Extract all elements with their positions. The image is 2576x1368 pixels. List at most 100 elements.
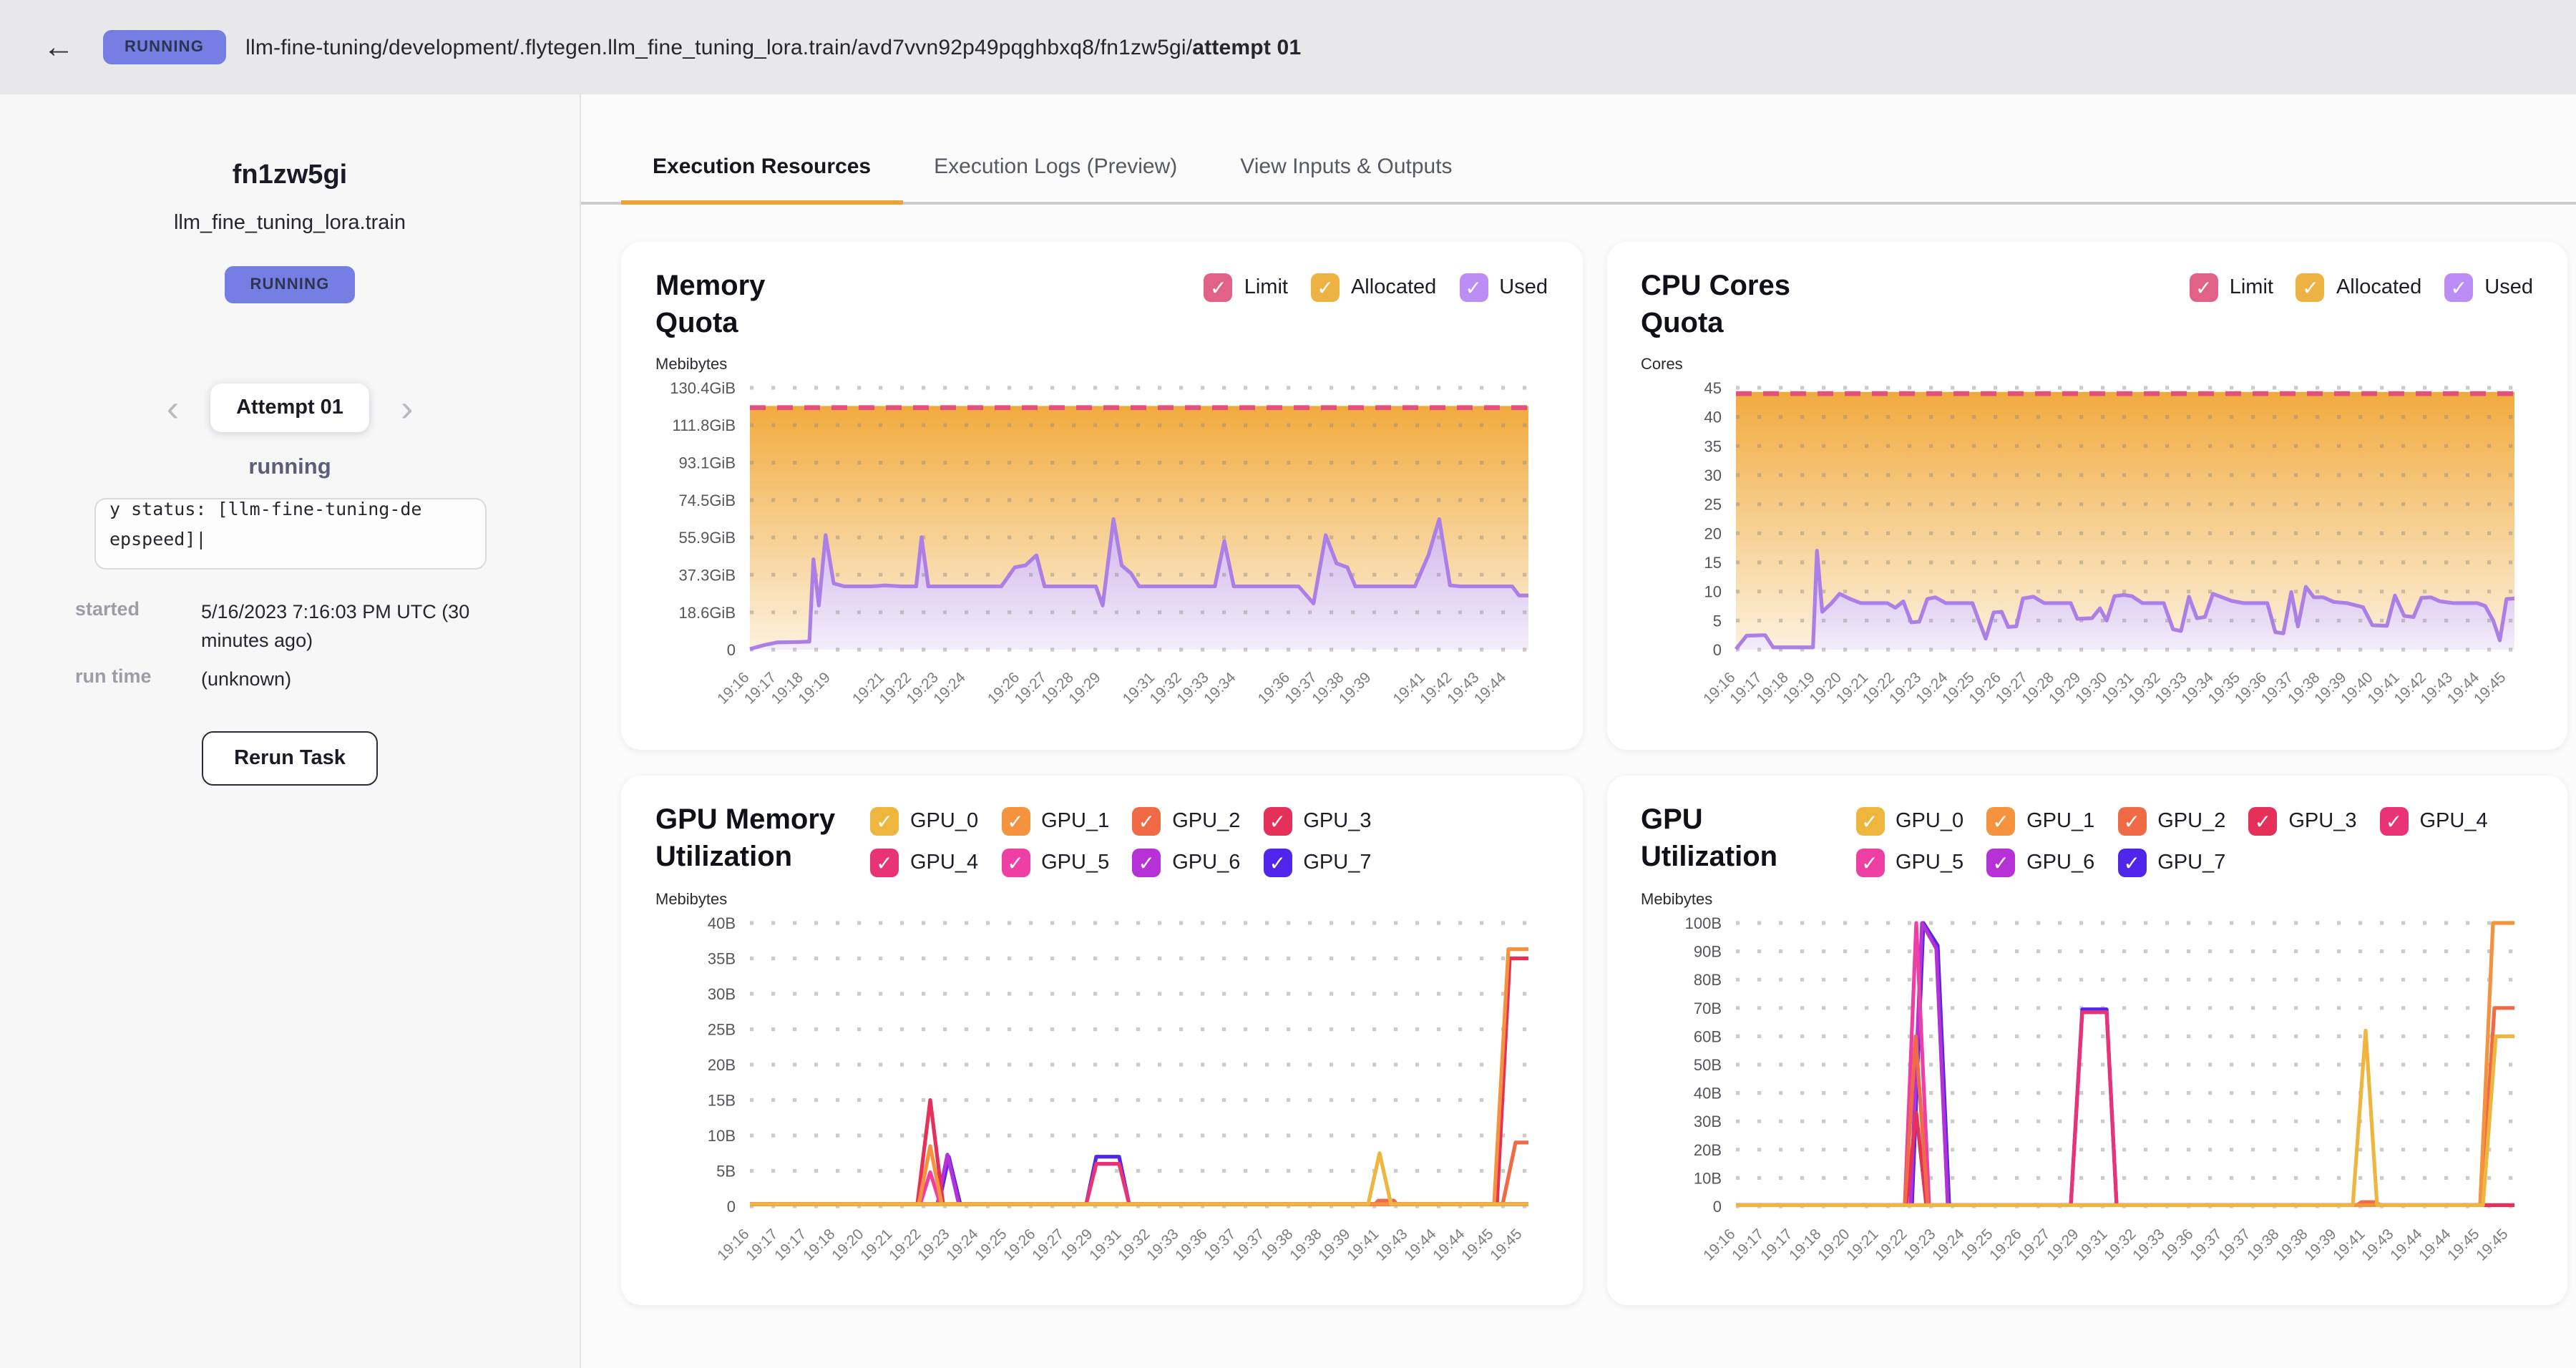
status-badge: RUNNING bbox=[103, 30, 225, 64]
svg-text:19:26: 19:26 bbox=[1000, 1226, 1038, 1264]
svg-text:19:16: 19:16 bbox=[714, 1226, 752, 1264]
legend-GPU_1[interactable]: ✓GPU_1 bbox=[1001, 807, 1109, 836]
svg-text:19:29: 19:29 bbox=[1058, 1226, 1096, 1264]
checkbox-checked-icon[interactable]: ✓ bbox=[2190, 273, 2218, 302]
checkbox-checked-icon[interactable]: ✓ bbox=[1204, 273, 1233, 302]
checkbox-checked-icon[interactable]: ✓ bbox=[1132, 807, 1161, 836]
legend-label: GPU_3 bbox=[2288, 810, 2356, 833]
legend-GPU_1[interactable]: ✓GPU_1 bbox=[1986, 807, 2094, 836]
svg-text:19:22: 19:22 bbox=[1871, 1226, 1909, 1264]
checkbox-checked-icon[interactable]: ✓ bbox=[1311, 273, 1340, 302]
chart-title: CPU CoresQuota bbox=[1641, 268, 1855, 342]
svg-text:19:20: 19:20 bbox=[1814, 1226, 1852, 1264]
legend-GPU_4[interactable]: ✓GPU_4 bbox=[2380, 807, 2488, 836]
checkbox-checked-icon[interactable]: ✓ bbox=[2117, 807, 2146, 836]
svg-text:19:41: 19:41 bbox=[1344, 1226, 1382, 1264]
svg-text:19:25: 19:25 bbox=[972, 1226, 1010, 1264]
checkbox-checked-icon[interactable]: ✓ bbox=[2296, 273, 2325, 302]
rerun-task-button[interactable]: Rerun Task bbox=[201, 731, 379, 785]
svg-text:111.8GiB: 111.8GiB bbox=[673, 416, 736, 434]
legend-Allocated[interactable]: ✓ Allocated bbox=[2296, 273, 2421, 302]
legend-label: GPU_5 bbox=[1041, 851, 1109, 874]
legend-GPU_5[interactable]: ✓ GPU_5 bbox=[1001, 849, 1109, 877]
svg-text:25: 25 bbox=[1704, 496, 1721, 514]
log-preview-text: y status: [llm-fine-tuning-de epspeed]| bbox=[109, 498, 470, 554]
legend-GPU_4[interactable]: ✓GPU_4 bbox=[870, 849, 978, 877]
checkbox-checked-icon[interactable]: ✓ bbox=[1855, 849, 1884, 877]
series-GPU_1 bbox=[750, 949, 1528, 1204]
checkbox-checked-icon[interactable]: ✓ bbox=[1459, 273, 1488, 302]
svg-text:19:44: 19:44 bbox=[2386, 1226, 2425, 1264]
svg-text:19:32: 19:32 bbox=[1115, 1226, 1153, 1264]
series-GPU_0 bbox=[750, 1153, 1528, 1204]
checkbox-checked-icon[interactable]: ✓ bbox=[2380, 807, 2409, 836]
svg-text:19:44: 19:44 bbox=[1401, 1226, 1440, 1264]
checkbox-checked-icon[interactable]: ✓ bbox=[1001, 849, 1030, 877]
svg-text:19:45: 19:45 bbox=[1487, 1226, 1525, 1264]
sidebar: fn1zw5gi llm_fine_tuning_lora.train RUNN… bbox=[0, 94, 581, 1368]
unit-label: Mebibytes bbox=[655, 891, 1548, 909]
checkbox-checked-icon[interactable]: ✓ bbox=[870, 849, 899, 877]
legend-label: Limit bbox=[2230, 276, 2273, 299]
task-meta: started 5/16/2023 7:16:03 PM UTC (30 min… bbox=[75, 598, 504, 705]
checkbox-checked-icon[interactable]: ✓ bbox=[2248, 807, 2277, 836]
legend-GPU_6[interactable]: ✓GPU_6 bbox=[1986, 849, 2094, 877]
chart-plot: 100B90B80B70B60B50B40B30B20B10B019:1619:… bbox=[1641, 909, 2533, 1296]
legend-Allocated[interactable]: ✓Allocated bbox=[1311, 273, 1436, 302]
log-preview-box[interactable]: y status: [llm-fine-tuning-de epspeed]| bbox=[94, 498, 486, 570]
legend-GPU_0[interactable]: ✓GPU_0 bbox=[1855, 807, 1963, 836]
svg-text:80B: 80B bbox=[1693, 971, 1721, 989]
svg-text:25B: 25B bbox=[708, 1021, 736, 1039]
legend-Used[interactable]: ✓Used bbox=[2444, 273, 2533, 302]
svg-text:19:37: 19:37 bbox=[2215, 1226, 2253, 1264]
svg-text:70B: 70B bbox=[1693, 1000, 1721, 1017]
svg-text:19:21: 19:21 bbox=[1843, 1226, 1880, 1264]
legend-Limit[interactable]: ✓Limit bbox=[1204, 273, 1288, 302]
legend-GPU_7[interactable]: ✓GPU_7 bbox=[2117, 849, 2225, 877]
checkbox-checked-icon[interactable]: ✓ bbox=[1986, 849, 2015, 877]
checkbox-checked-icon[interactable]: ✓ bbox=[1001, 807, 1030, 836]
svg-text:55.9GiB: 55.9GiB bbox=[679, 529, 736, 547]
svg-text:45: 45 bbox=[1704, 379, 1721, 397]
legend-GPU_2[interactable]: ✓GPU_2 bbox=[2117, 807, 2225, 836]
tab-execution-logs[interactable]: Execution Logs (Preview) bbox=[902, 137, 1209, 202]
series-GPU_2 bbox=[750, 1143, 1528, 1204]
legend-row: ✓GPU_5 ✓GPU_6 ✓GPU_7 bbox=[1855, 849, 2488, 877]
legend-GPU_0[interactable]: ✓GPU_0 bbox=[870, 807, 978, 836]
back-arrow-icon[interactable]: ← bbox=[34, 29, 83, 66]
checkbox-checked-icon[interactable]: ✓ bbox=[2444, 273, 2473, 302]
legend-Used[interactable]: ✓Used bbox=[1459, 273, 1548, 302]
legend-GPU_3[interactable]: ✓GPU_3 bbox=[1263, 807, 1371, 836]
svg-text:19:37: 19:37 bbox=[1229, 1226, 1267, 1264]
gpu-memory-utilization-card: GPU MemoryUtilization ✓GPU_0✓GPU_1✓GPU_2… bbox=[621, 776, 1582, 1305]
svg-text:30B: 30B bbox=[1693, 1113, 1721, 1130]
legend-GPU_7[interactable]: ✓GPU_7 bbox=[1263, 849, 1371, 877]
chevron-right-icon[interactable]: › bbox=[395, 389, 419, 426]
svg-text:19:29: 19:29 bbox=[2043, 1226, 2081, 1264]
checkbox-checked-icon[interactable]: ✓ bbox=[2117, 849, 2146, 877]
checkbox-checked-icon[interactable]: ✓ bbox=[1986, 807, 2015, 836]
chevron-left-icon[interactable]: ‹ bbox=[161, 389, 185, 426]
checkbox-checked-icon[interactable]: ✓ bbox=[1263, 849, 1292, 877]
svg-text:19:36: 19:36 bbox=[1172, 1226, 1210, 1264]
checkbox-checked-icon[interactable]: ✓ bbox=[1132, 849, 1161, 877]
unit-label: Mebibytes bbox=[655, 356, 1548, 373]
svg-text:19:23: 19:23 bbox=[914, 1226, 952, 1264]
checkbox-checked-icon[interactable]: ✓ bbox=[1855, 807, 1884, 836]
status-badge: RUNNING bbox=[224, 266, 355, 303]
svg-text:19:27: 19:27 bbox=[1029, 1226, 1067, 1264]
legend-Limit[interactable]: ✓ Limit bbox=[2190, 273, 2273, 302]
legend-label: GPU_2 bbox=[1172, 810, 1240, 833]
legend-GPU_2[interactable]: ✓ GPU_2 bbox=[1132, 807, 1240, 836]
legend-label: Allocated bbox=[2336, 276, 2421, 299]
svg-text:19:18: 19:18 bbox=[800, 1226, 838, 1264]
legend-GPU_3[interactable]: ✓ GPU_3 bbox=[2248, 807, 2356, 836]
tab-label: Execution Resources bbox=[653, 155, 871, 179]
checkbox-checked-icon[interactable]: ✓ bbox=[1263, 807, 1292, 836]
legend-GPU_5[interactable]: ✓GPU_5 bbox=[1855, 849, 1963, 877]
checkbox-checked-icon[interactable]: ✓ bbox=[870, 807, 899, 836]
tab-view-inputs-outputs[interactable]: View Inputs & Outputs bbox=[1209, 137, 1483, 202]
tab-execution-resources[interactable]: Execution Resources bbox=[621, 137, 902, 202]
legend-GPU_6[interactable]: ✓GPU_6 bbox=[1132, 849, 1240, 877]
svg-text:19:23: 19:23 bbox=[1900, 1226, 1938, 1264]
